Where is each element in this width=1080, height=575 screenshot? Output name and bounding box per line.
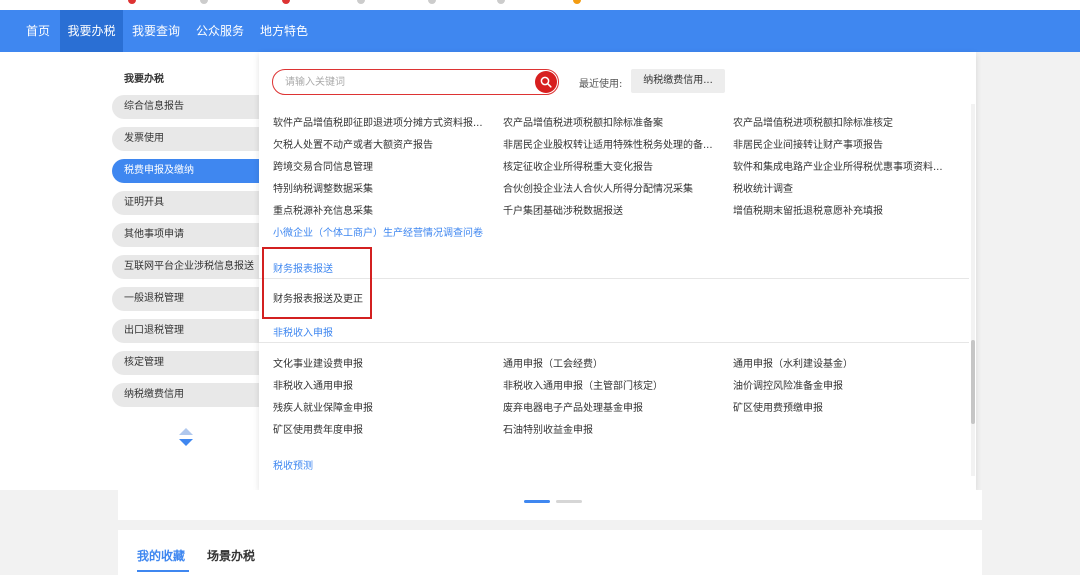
menu-link[interactable]: 核定征收企业所得税重大变化报告 <box>503 158 723 173</box>
sidebar-item-internet-platform[interactable]: 互联网平台企业涉税信息报送 <box>112 255 259 279</box>
nontax-section-title: 非税收入申报 <box>273 328 333 339</box>
panel-scrollbar[interactable] <box>971 104 975 476</box>
search-button[interactable] <box>535 71 557 93</box>
menu-link[interactable]: 非税收入通用申报 <box>273 377 493 392</box>
carousel-dot-active[interactable] <box>524 500 550 503</box>
recent-used-tag[interactable]: 纳税缴费信用... <box>631 69 725 93</box>
search-input[interactable] <box>285 74 525 90</box>
menu-link[interactable]: 矿区使用费年度申报 <box>273 421 493 436</box>
menu-link[interactable]: 跨境交易合同信息管理 <box>273 158 493 173</box>
favicon-icon <box>428 0 436 4</box>
panel-scrollbar-thumb[interactable] <box>971 340 975 424</box>
main-navbar: 首页 我要办税 我要查询 公众服务 地方特色 <box>0 10 1080 52</box>
menu-link[interactable]: 废弃电器电子产品处理基金申报 <box>503 399 723 414</box>
highlight-box <box>262 247 372 319</box>
sidebar-item-invoice[interactable]: 发票使用 <box>112 127 259 151</box>
sidebar-item-credit[interactable]: 纳税缴费信用 <box>112 383 259 407</box>
favicon-icon <box>200 0 208 4</box>
survey-link[interactable]: 小微企业（个体工商户）生产经营情况调查问卷 <box>273 224 573 239</box>
favicon-icon <box>497 0 505 4</box>
menu-link[interactable]: 重点税源补充信息采集 <box>273 202 493 217</box>
recent-used-label: 最近使用: <box>579 79 623 90</box>
favicon-icon <box>573 0 581 4</box>
menu-link[interactable]: 特别纳税调整数据采集 <box>273 180 493 195</box>
nav-public-service[interactable]: 公众服务 <box>189 10 251 52</box>
menu-link[interactable]: 软件产品增值税即征即退进项分摊方式资料报... <box>273 114 493 129</box>
menu-link[interactable]: 农产品增值税进项税额扣除标准核定 <box>733 114 953 129</box>
menu-link[interactable]: 非居民企业股权转让适用特殊性税务处理的备... <box>503 136 723 151</box>
menu-link[interactable]: 通用申报（工会经费） <box>503 355 723 370</box>
menu-link[interactable]: 非税收入通用申报（主管部门核定） <box>503 377 723 392</box>
sidebar-item-info-report[interactable]: 综合信息报告 <box>112 95 259 119</box>
sidebar-item-approval[interactable]: 核定管理 <box>112 351 259 375</box>
search-box <box>272 69 559 95</box>
nav-local-features[interactable]: 地方特色 <box>253 10 315 52</box>
menu-link[interactable]: 通用申报（水利建设基金） <box>733 355 953 370</box>
carousel-card <box>118 490 982 520</box>
menu-link[interactable]: 文化事业建设费申报 <box>273 355 493 370</box>
sidebar-item-certificate[interactable]: 证明开具 <box>112 191 259 215</box>
menu-link[interactable]: 欠税人处置不动产或者大额资产报告 <box>273 136 493 151</box>
favicon-icon <box>282 0 290 4</box>
menu-link[interactable]: 增值税期末留抵退税意愿补充填报 <box>733 202 953 217</box>
active-tab-underline <box>137 570 189 572</box>
nav-query[interactable]: 我要查询 <box>125 10 187 52</box>
section-divider <box>259 342 969 343</box>
sidebar-item-export-refund[interactable]: 出口退税管理 <box>112 319 259 343</box>
carousel-dot[interactable] <box>556 500 582 503</box>
menu-link[interactable]: 农产品增值税进项税额扣除标准备案 <box>503 114 723 129</box>
sidebar-item-general-refund[interactable]: 一般退税管理 <box>112 287 259 311</box>
nav-tax-handling[interactable]: 我要办税 <box>60 10 123 52</box>
menu-link[interactable]: 残疾人就业保障金申报 <box>273 399 493 414</box>
top-strip <box>0 0 1080 10</box>
menu-link[interactable]: 油价调控风险准备金申报 <box>733 377 953 392</box>
favicon-icon <box>357 0 365 4</box>
menu-link[interactable]: 税收统计调查 <box>733 180 953 195</box>
menu-link[interactable]: 石油特别收益金申报 <box>503 421 723 436</box>
sidebar-item-other-applications[interactable]: 其他事项申请 <box>112 223 259 247</box>
tab-scenario-tax[interactable]: 场景办税 <box>207 547 255 564</box>
arrow-up-icon[interactable] <box>179 428 193 435</box>
menu-link[interactable]: 软件和集成电路产业企业所得税优惠事项资料... <box>733 158 953 173</box>
tab-my-favorites[interactable]: 我的收藏 <box>137 547 185 564</box>
menu-link[interactable]: 千户集团基础涉税数据报送 <box>503 202 723 217</box>
sidebar-title: 我要办税 <box>124 74 164 85</box>
sidebar-item-tax-declaration[interactable]: 税费申报及缴纳 <box>112 159 259 183</box>
favicon-icon <box>128 0 136 4</box>
sidebar-scroll-control[interactable] <box>178 428 194 450</box>
menu-link[interactable]: 合伙创投企业法人合伙人所得分配情况采集 <box>503 180 723 195</box>
search-icon <box>540 76 552 88</box>
nav-home[interactable]: 首页 <box>18 10 58 52</box>
sidebar: 我要办税 综合信息报告 发票使用 税费申报及缴纳 证明开具 其他事项申请 互联网… <box>0 52 259 490</box>
menu-link[interactable]: 非居民企业间接转让财产事项报告 <box>733 136 953 151</box>
tax-forecast-section-title: 税收预测 <box>273 461 313 472</box>
arrow-down-icon[interactable] <box>179 439 193 446</box>
menu-link[interactable]: 矿区使用费预缴申报 <box>733 399 953 414</box>
